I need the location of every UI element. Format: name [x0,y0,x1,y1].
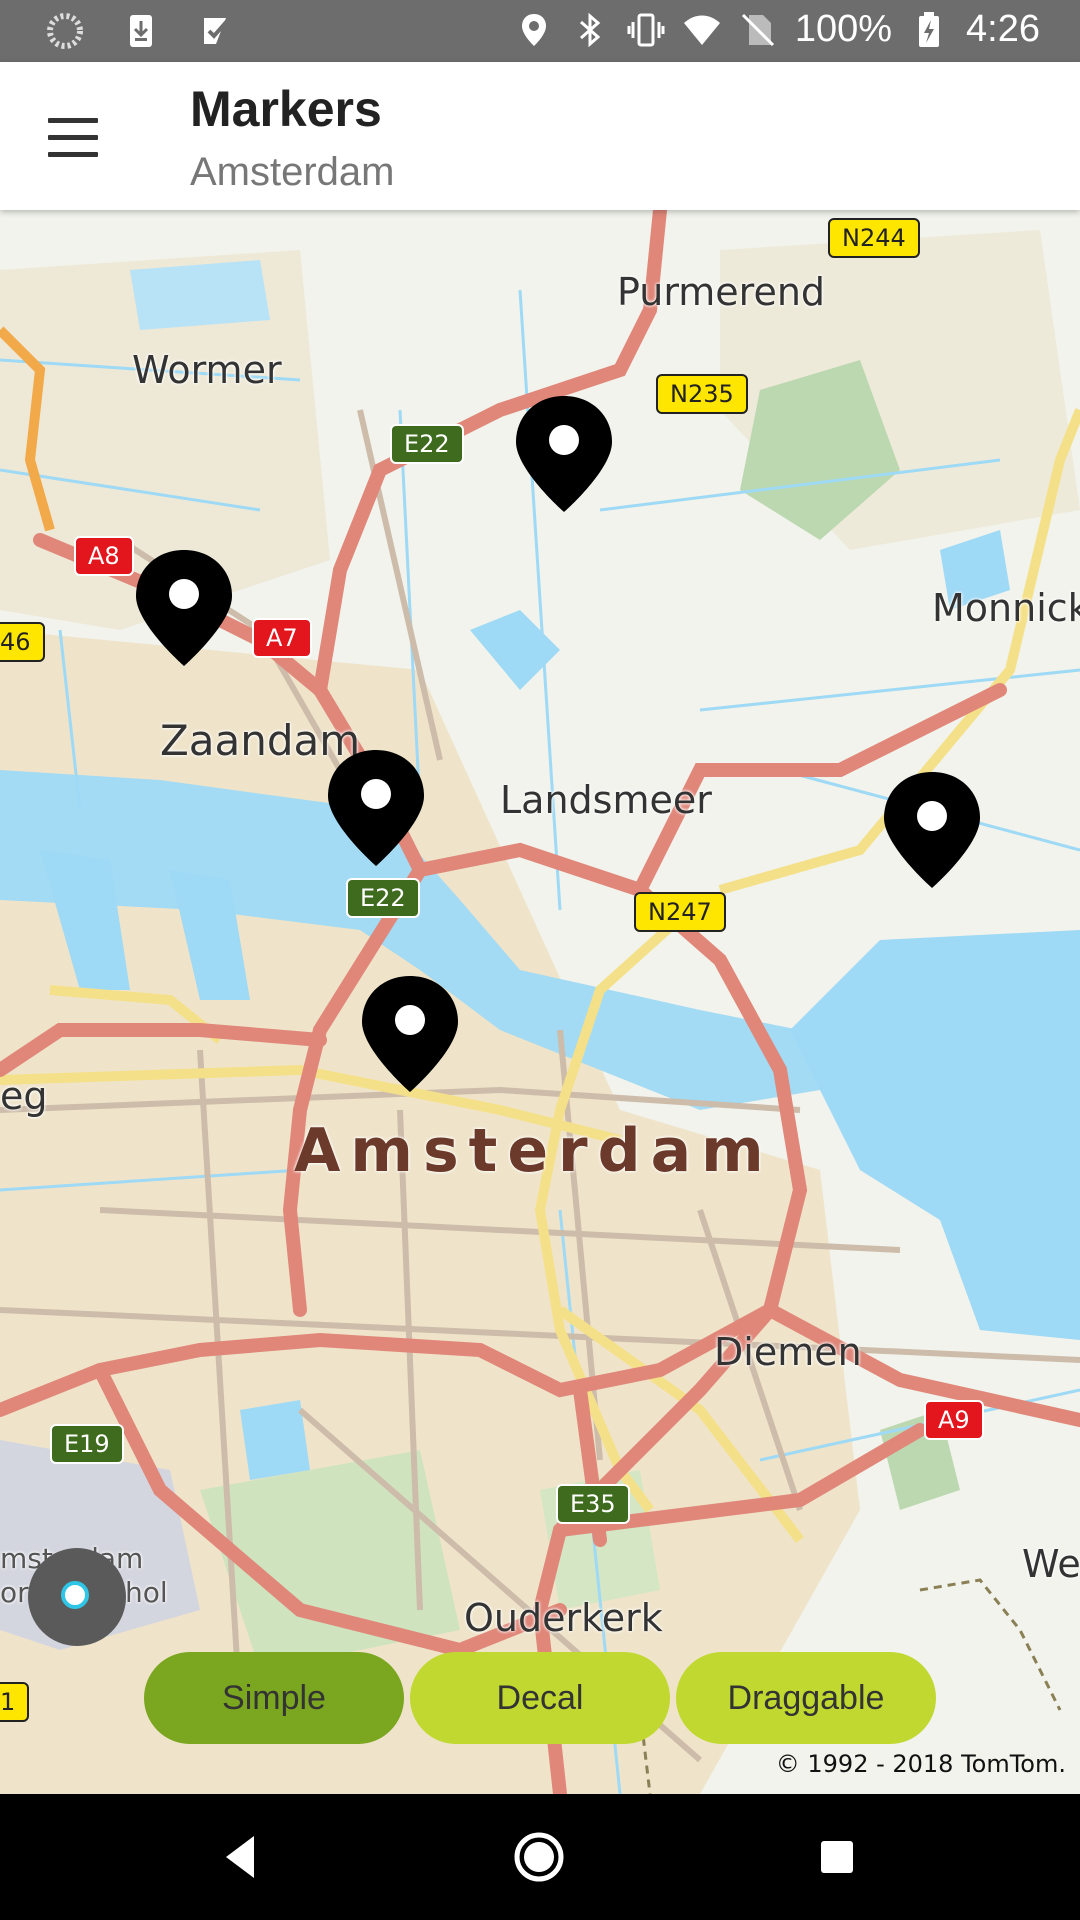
map-label-weesp: Wee [1022,1542,1080,1586]
recents-icon[interactable] [804,1824,870,1890]
battery-charging-icon [919,11,940,47]
battery-percent: 100% [794,8,893,50]
clock: 4:26 [966,8,1040,50]
map-marker-pin[interactable] [882,770,982,890]
road-shield-a46-partial: 46 [0,622,45,662]
road-shield-edge-1: 1 [0,1682,30,1722]
draggable-button[interactable]: Draggable [676,1652,936,1744]
road-shield-a8: A8 [74,536,134,576]
map-copyright: © 1992 - 2018 TomTom. [775,1750,1066,1778]
my-location-button[interactable] [28,1548,126,1646]
app-bar: Markers Amsterdam [0,62,1080,210]
road-shield-e22-north: E22 [390,424,464,464]
map-marker-pin[interactable] [326,748,426,868]
wifi-icon [683,15,720,45]
vibrate-icon [627,13,665,46]
page-title: Markers [190,81,382,137]
map-label-ouderkerk: Ouderkerk [464,1596,663,1640]
home-icon[interactable] [506,1824,572,1890]
map-label-amsterdam: Amsterdam [294,1116,774,1186]
map-marker-pin[interactable] [360,974,460,1094]
road-shield-n244: N244 [828,218,920,258]
simple-button[interactable]: Simple [144,1652,404,1744]
map-marker-pin[interactable] [134,548,234,668]
decal-button[interactable]: Decal [410,1652,670,1744]
hamburger-menu-icon[interactable] [48,118,100,158]
back-icon[interactable] [208,1824,274,1890]
road-shield-e35: E35 [556,1484,630,1524]
map-view[interactable]: Purmerend Wormer Monnicke Zaandam Landsm… [0,210,1080,1794]
map-marker-pin[interactable] [514,394,614,514]
bluetooth-icon [579,12,601,47]
status-bar: 100% 4:26 [0,0,1080,62]
spinner-icon [47,13,83,49]
road-shield-e22-south: E22 [346,878,420,918]
road-shield-a7: A7 [252,618,312,658]
task-icon [204,18,230,44]
page-subtitle: Amsterdam [190,150,395,194]
road-shield-a9: A9 [924,1400,984,1440]
my-location-icon [61,1581,89,1609]
location-icon [521,13,546,46]
download-icon [130,15,152,47]
map-label-monnickendam: Monnicke [932,586,1080,630]
no-sim-icon [741,13,774,46]
map-label-landsmeer: Landsmeer [500,778,712,822]
map-label-west-edge: eg [0,1074,48,1118]
road-shield-e19: E19 [50,1424,124,1464]
road-shield-n235: N235 [656,374,748,414]
map-label-diemen: Diemen [714,1330,862,1374]
navigation-bar [0,1794,1080,1920]
map-label-purmerend: Purmerend [617,270,826,314]
map-label-wormer: Wormer [132,348,282,392]
road-shield-n247: N247 [634,892,726,932]
